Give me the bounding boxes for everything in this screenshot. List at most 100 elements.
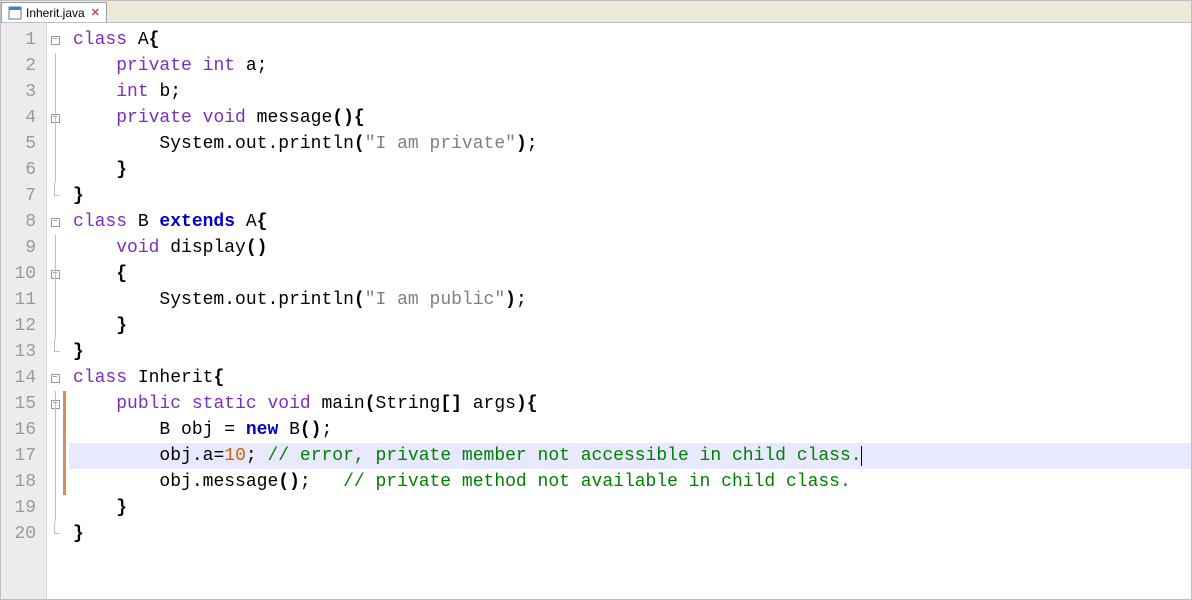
code-line[interactable]: }	[69, 157, 1191, 183]
token-kw: new	[246, 420, 289, 440]
code-line[interactable]: class Inherit{	[69, 365, 1191, 391]
fold-cell	[47, 339, 63, 365]
change-marker	[63, 157, 66, 183]
token-brace: (	[365, 394, 376, 414]
token-method: println	[278, 290, 354, 310]
token-num: 10	[224, 446, 246, 466]
fold-cell	[47, 157, 63, 183]
fold-cell	[47, 443, 63, 469]
fold-cell	[47, 313, 63, 339]
change-marker	[63, 287, 66, 313]
code-line[interactable]: }	[69, 339, 1191, 365]
token-brace: ()	[278, 472, 300, 492]
token-ident: Inherit	[138, 368, 214, 388]
code-line[interactable]: private int a;	[69, 53, 1191, 79]
fold-toggle-icon[interactable]: −	[51, 36, 60, 45]
token-ident: B	[289, 420, 300, 440]
code-line[interactable]: class B extends A{	[69, 209, 1191, 235]
change-marker	[63, 313, 66, 339]
close-icon[interactable]: ✕	[89, 6, 100, 19]
code-line[interactable]: }	[69, 183, 1191, 209]
code-line[interactable]: class A{	[69, 27, 1191, 53]
token-com: // private method not available in child…	[343, 472, 851, 492]
change-marker	[63, 105, 66, 131]
code-line[interactable]: System.out.println("I am public");	[69, 287, 1191, 313]
token-mod-kw: class	[73, 30, 138, 50]
code-line[interactable]: }	[69, 495, 1191, 521]
fold-cell	[47, 183, 63, 209]
change-marker	[63, 443, 66, 469]
code-line[interactable]: }	[69, 521, 1191, 547]
token-ident: args	[473, 394, 516, 414]
code-line[interactable]: obj.a=10; // error, private member not a…	[69, 443, 1191, 469]
fold-cell	[47, 53, 63, 79]
line-number: 6	[7, 157, 36, 183]
token-punct: .	[192, 472, 203, 492]
code-line[interactable]: void display()	[69, 235, 1191, 261]
token-method: display	[170, 238, 246, 258]
fold-cell	[47, 417, 63, 443]
line-number-gutter: 1234567891011121314151617181920	[1, 23, 47, 599]
line-number: 14	[7, 365, 36, 391]
token-brace: {	[116, 264, 127, 284]
fold-cell	[47, 521, 63, 547]
editor-body: 1234567891011121314151617181920 −−−−−− c…	[1, 23, 1191, 599]
line-number: 13	[7, 339, 36, 365]
token-brace: }	[116, 316, 127, 336]
fold-cell	[47, 287, 63, 313]
tab-filename: Inherit.java	[26, 6, 85, 20]
fold-cell	[47, 495, 63, 521]
token-brace: }	[73, 524, 84, 544]
change-marker	[63, 261, 66, 287]
change-marker	[63, 521, 66, 547]
token-ident: obj	[159, 446, 191, 466]
code-area[interactable]: class A{ private int a; int b; private v…	[67, 23, 1191, 599]
code-line[interactable]: B obj = new B();	[69, 417, 1191, 443]
code-line[interactable]: public static void main(String[] args){	[69, 391, 1191, 417]
token-ident: String	[376, 394, 441, 414]
line-number: 16	[7, 417, 36, 443]
code-line[interactable]: {	[69, 261, 1191, 287]
token-punct: ;	[300, 472, 343, 492]
token-punct: .	[267, 134, 278, 154]
token-brace: )	[516, 394, 527, 414]
token-mod-kw: class	[73, 368, 138, 388]
line-number: 9	[7, 235, 36, 261]
token-ident: B obj	[159, 420, 224, 440]
token-brace: }	[73, 342, 84, 362]
file-tab[interactable]: Inherit.java ✕	[1, 2, 107, 22]
fold-toggle-icon[interactable]: −	[51, 374, 60, 383]
code-line[interactable]: }	[69, 313, 1191, 339]
text-caret	[861, 446, 862, 466]
change-marker	[63, 183, 66, 209]
change-marker	[63, 339, 66, 365]
line-number: 10	[7, 261, 36, 287]
token-type: int	[203, 56, 246, 76]
line-number: 12	[7, 313, 36, 339]
token-ident: a	[246, 56, 257, 76]
token-str: "I am public"	[365, 290, 505, 310]
code-line[interactable]: obj.message(); // private method not ava…	[69, 469, 1191, 495]
token-brace: {	[527, 394, 538, 414]
token-ident: A	[138, 30, 149, 50]
change-marker	[63, 365, 66, 391]
line-number: 18	[7, 469, 36, 495]
token-brace: {	[257, 212, 268, 232]
token-punct: .	[192, 446, 203, 466]
fold-cell	[47, 469, 63, 495]
token-brace: ()	[300, 420, 322, 440]
line-number: 7	[7, 183, 36, 209]
fold-toggle-icon[interactable]: −	[51, 218, 60, 227]
token-type: void	[267, 394, 321, 414]
token-brace: (	[354, 290, 365, 310]
token-brace: []	[440, 394, 472, 414]
token-brace: ()	[246, 238, 268, 258]
code-line[interactable]: private void message(){	[69, 105, 1191, 131]
token-ident: System	[159, 290, 224, 310]
token-punct: ;	[516, 290, 527, 310]
fold-cell: −	[47, 365, 63, 391]
code-line[interactable]: System.out.println("I am private");	[69, 131, 1191, 157]
fold-cell: −	[47, 391, 63, 417]
code-line[interactable]: int b;	[69, 79, 1191, 105]
line-number: 3	[7, 79, 36, 105]
